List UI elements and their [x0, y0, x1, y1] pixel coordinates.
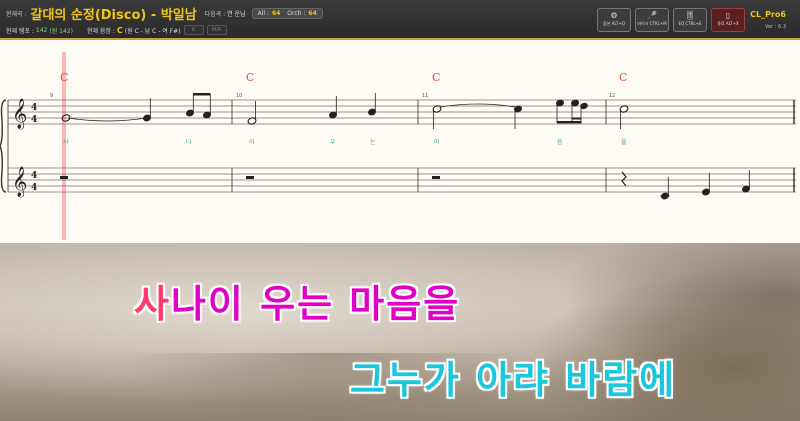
top-bar: 현재곡 : 갈대의 순정(Disco) - 박일남 다음곡 : 연 운님 All…: [0, 0, 800, 40]
key-label: 현재 음정 :: [86, 27, 115, 35]
lower-staff: [8, 167, 796, 193]
volume-pill: All : 64 Orch : 64: [251, 7, 323, 19]
brand-name: CL_Pro6: [750, 10, 786, 19]
exit-button[interactable]: ▯ 종료 ALT+X: [711, 8, 745, 32]
eq-button[interactable]: 🎚 EQ CTRL+E: [673, 8, 707, 32]
chord-symbol: C: [619, 71, 627, 84]
treble-clef-icon: 𝄞: [12, 98, 27, 130]
time-signature-bottom: 4: [31, 115, 37, 125]
options-button-label: 옵션 ALT+O: [603, 21, 625, 26]
mr-button[interactable]: M/R: [206, 25, 227, 35]
tempo-label: 현재 템포 :: [6, 27, 34, 35]
version-text: Ver : 6.3: [765, 24, 786, 30]
equalizer-icon: 🎚: [684, 11, 696, 20]
current-song-title: 갈대의 순정(Disco) - 박일남: [30, 7, 197, 23]
exit-icon: ▯: [725, 11, 731, 20]
key-button[interactable]: K: [183, 25, 204, 35]
chord-symbol: C: [432, 71, 440, 84]
lyrics-panel: 사나이 우는 마음을 그누가 아랴 바람에: [0, 243, 800, 421]
lower-staff-notes: [60, 170, 751, 200]
song-info-row: 현재곡 : 갈대의 순정(Disco) - 박일남 다음곡 : 연 운님 All…: [6, 4, 323, 23]
tempo-original: (원 142): [49, 27, 73, 35]
time-signature-top: 4: [31, 103, 37, 113]
gear-icon: ⚙: [610, 11, 618, 20]
lyric-line-1-highlight: 사: [134, 282, 171, 326]
tempo-key-row: 현재 템포 : 142 (원 142) 현재 음정 : C (원 C - 남 C…: [6, 24, 227, 36]
next-song-info: 다음곡 : 연 운님: [205, 9, 246, 18]
chord-symbol: C: [246, 71, 254, 84]
score-lyric-syllable: 는: [370, 139, 376, 146]
options-button[interactable]: ⚙ 옵션 ALT+O: [597, 8, 631, 32]
exit-button-label: 종료 ALT+X: [717, 21, 739, 26]
sheet-music: C C C C 9 10 11 12 𝄞 𝄞 4 4 4 4 사 나 이 우 는…: [0, 40, 800, 243]
lyric-line-2: 그누가 아랴 바람에: [350, 358, 677, 402]
measure-number: 12: [609, 93, 615, 99]
key-value: C: [116, 25, 123, 35]
next-song-value: 연 운님: [227, 10, 246, 18]
brace: [0, 99, 7, 193]
all-volume-label: All :: [257, 9, 269, 17]
measure-number: 11: [422, 93, 428, 99]
time-signature-bottom: 4: [31, 183, 37, 193]
orch-volume-label: Orch :: [287, 9, 306, 17]
notes-measure-10: [247, 93, 377, 125]
score-lyric-syllable: 나: [186, 138, 192, 146]
notes-measure-11: [432, 99, 588, 129]
barlines: [231, 100, 795, 192]
mic-button[interactable]: 🎤 마이크 CTRL+M: [635, 8, 669, 32]
all-volume-value: 64: [271, 9, 281, 17]
time-signature-top: 4: [31, 171, 37, 181]
lyric-line-1: 사나이 우는 마음을: [134, 273, 460, 328]
score-lyric-syllable: 사: [63, 138, 69, 146]
score-svg: C C C C 9 10 11 12 𝄞 𝄞 4 4 4 4 사 나 이 우 는…: [0, 52, 796, 240]
next-song-label: 다음곡 :: [204, 10, 226, 18]
score-lyric-syllable: 이: [249, 138, 255, 146]
key-detail: (원 C - 남 C - 여 F#): [124, 27, 181, 35]
eq-button-label: EQ CTRL+E: [678, 21, 702, 26]
chord-symbol: C: [60, 71, 68, 84]
notes-measure-12: [619, 105, 629, 129]
microphone-icon: 🎤: [647, 11, 657, 20]
lyric-line-1-rest: 나이 우는 마음을: [170, 282, 461, 326]
treble-clef-icon: 𝄞: [12, 166, 27, 198]
mic-button-label: 마이크 CTRL+M: [637, 21, 667, 26]
score-lyric-syllable: 우: [330, 139, 336, 146]
orch-volume-value: 64: [308, 9, 317, 17]
score-lyric-syllable: 을: [621, 139, 627, 146]
tempo-value: 142: [35, 26, 48, 34]
score-lyric-syllable: 마: [434, 138, 440, 146]
measure-number: 9: [50, 93, 53, 99]
current-song-label: 현재곡 :: [6, 10, 27, 18]
score-lyric-syllable: 음: [557, 139, 563, 146]
measure-number: 10: [236, 93, 242, 99]
